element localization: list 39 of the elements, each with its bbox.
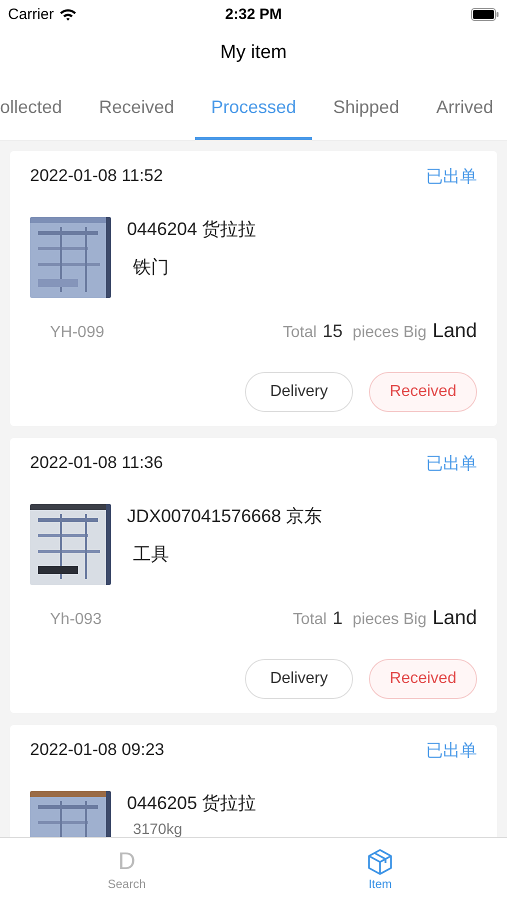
page-title: My item: [220, 42, 287, 64]
piece-count: 15: [322, 321, 343, 342]
order-datetime: 2022-01-08 11:52: [30, 166, 163, 186]
category-tab[interactable]: ollected: [0, 78, 78, 140]
clock-time: 2:32 PM: [225, 6, 282, 22]
item-description: 工具: [132, 543, 170, 566]
item-title: 0446204 货拉拉: [127, 218, 256, 241]
received-button[interactable]: Received: [369, 372, 477, 412]
item-title: 0446205 货拉拉: [127, 792, 256, 815]
delivery-button[interactable]: Delivery: [245, 659, 353, 699]
unit-label: pieces Big: [352, 324, 426, 342]
wifi-icon: [58, 8, 77, 20]
item-description: 3170kg: [132, 821, 184, 837]
carrier-label: Carrier: [8, 6, 54, 22]
nav-tab[interactable]: D Search: [0, 838, 254, 900]
order-status: 已出单: [426, 740, 477, 762]
total-label: Total: [282, 324, 317, 342]
shipping-mode: Land: [432, 607, 477, 630]
battery-icon: [471, 8, 499, 20]
unit-label: pieces Big: [352, 611, 426, 629]
order-status: 已出单: [426, 452, 477, 474]
nav-tab[interactable]: Item: [254, 838, 507, 900]
total-label: Total: [292, 611, 327, 629]
category-tab[interactable]: Arrived: [420, 78, 507, 140]
delivery-button[interactable]: Delivery: [245, 372, 353, 412]
cube-icon: [366, 848, 394, 876]
order-datetime: 2022-01-08 11:36: [30, 453, 163, 473]
order-status: 已出单: [426, 166, 477, 188]
item-description: 铁门: [132, 256, 170, 279]
item-title: JDX007041576668 京东: [127, 505, 322, 528]
shipping-mode: Land: [432, 320, 477, 343]
category-tab[interactable]: Received: [83, 78, 190, 140]
received-button[interactable]: Received: [369, 659, 477, 699]
item-code: YH-099: [50, 324, 104, 342]
category-tab[interactable]: Shipped: [317, 78, 416, 140]
order-datetime: 2022-01-08 09:23: [30, 740, 164, 760]
item-code: Yh-093: [50, 611, 102, 629]
piece-count: 1: [332, 608, 343, 629]
search-icon: D: [118, 848, 136, 876]
